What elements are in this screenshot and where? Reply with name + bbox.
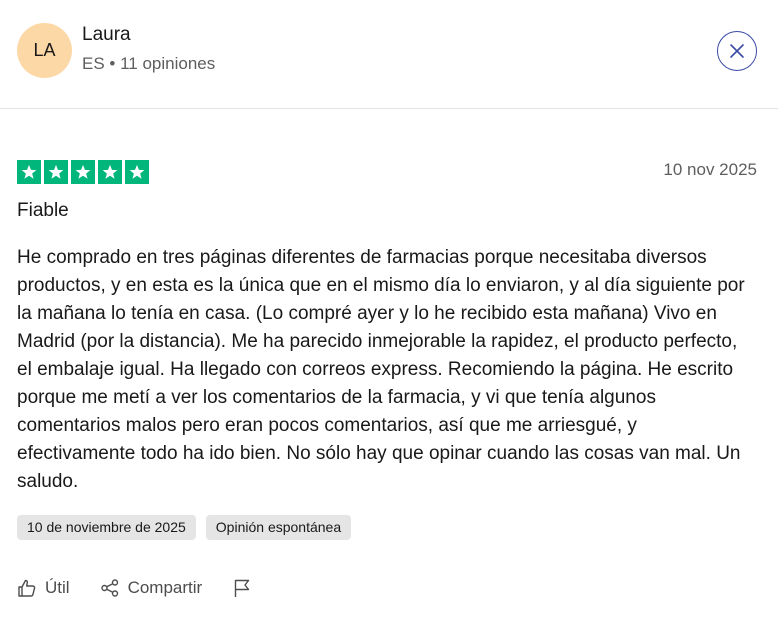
star-icon [17,160,41,184]
report-button[interactable] [232,578,260,598]
useful-button[interactable]: Útil [17,578,70,598]
review-title: Fiable [17,200,69,221]
useful-label: Útil [45,578,70,597]
close-icon [730,44,744,58]
review-actions: Útil Compartir [17,578,260,598]
star-icon [125,160,149,184]
flag-icon [234,579,250,597]
star-rating [17,160,149,184]
share-icon [100,579,118,597]
share-label: Compartir [127,578,203,597]
star-icon [98,160,122,184]
experience-date-tag: 10 de noviembre de 2025 [17,515,196,540]
reviewer-header: LA Laura ES • 11 opiniones [0,0,778,109]
close-button[interactable] [717,31,757,71]
review-tags: 10 de noviembre de 2025 Opinión espontán… [17,515,352,540]
thumbs-up-icon [18,579,36,597]
star-icon [71,160,95,184]
avatar-initials: LA [33,40,56,60]
star-icon [44,160,68,184]
avatar: LA [17,23,72,78]
review-date: 10 nov 2025 [663,160,757,179]
spontaneous-review-tag: Opinión espontánea [205,515,352,540]
share-button[interactable]: Compartir [100,578,203,598]
reviewer-meta: ES • 11 opiniones [82,54,216,73]
review-body: He comprado en tres páginas diferentes d… [17,247,745,492]
reviewer-name[interactable]: Laura [82,24,131,46]
